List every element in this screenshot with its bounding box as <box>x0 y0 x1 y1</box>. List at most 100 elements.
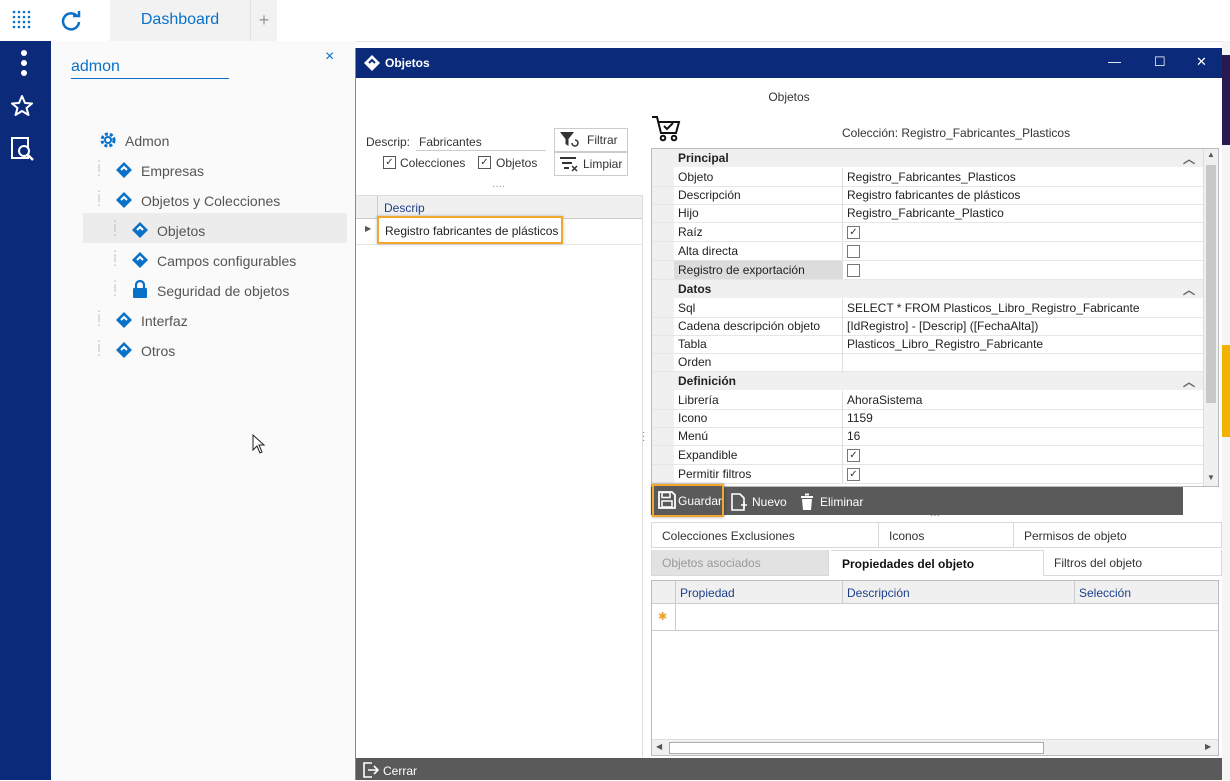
grid-scrollbar[interactable]: ▲ ▼ <box>1203 149 1218 486</box>
property-row-selected[interactable]: Registro de exportación <box>652 261 1203 280</box>
diamond-icon <box>131 251 149 272</box>
new-document-icon[interactable] <box>731 493 747 514</box>
property-value[interactable]: 1159 <box>847 411 873 425</box>
tab-propiedades-del-objeto[interactable]: Propiedades del objeto <box>831 550 1044 576</box>
tree-item-campos-configurables[interactable]: Campos configurables <box>157 253 296 269</box>
diamond-icon <box>115 311 133 332</box>
table-hscrollbar[interactable]: ◀ ▶ <box>652 739 1218 755</box>
scroll-right-icon[interactable]: ▶ <box>1205 742 1211 751</box>
hscroll-thumb[interactable] <box>669 742 1044 754</box>
apps-grid-icon[interactable] <box>12 10 32 33</box>
property-value[interactable]: Registro_Fabricantes_Plasticos <box>847 170 1016 184</box>
trash-icon[interactable] <box>800 493 814 514</box>
registro-exportacion-checkbox[interactable] <box>847 264 860 277</box>
tab-objetos-asociados[interactable]: Objetos asociados <box>651 550 829 576</box>
property-row[interactable]: Hijo Registro_Fabricante_Plastico <box>652 204 1203 223</box>
property-value[interactable]: Registro fabricantes de plásticos <box>847 188 1020 202</box>
category-label: Datos <box>678 282 712 296</box>
refresh-icon[interactable] <box>60 10 82 35</box>
property-row[interactable]: Cadena descripción objeto [IdRegistro] - … <box>652 317 1203 336</box>
eliminar-button[interactable]: Eliminar <box>820 495 863 509</box>
tree-item-interfaz[interactable]: Interfaz <box>141 313 188 329</box>
property-row[interactable]: Librería AhoraSistema <box>652 391 1203 410</box>
column-seleccion[interactable]: Selección <box>1079 586 1131 600</box>
expandible-checkbox[interactable]: ✓ <box>847 449 860 462</box>
tree-item-objetos-y-colecciones[interactable]: Objetos y Colecciones <box>141 193 280 209</box>
new-row[interactable]: ✱ <box>652 604 1218 631</box>
guardar-button[interactable]: Guardar <box>652 484 724 517</box>
collapse-icon[interactable]: ︿ <box>1183 281 1195 298</box>
category-principal[interactable]: Principal ︿ <box>652 149 1203 167</box>
property-key: Orden <box>678 355 712 369</box>
tree-item-objetos[interactable]: Objetos <box>157 223 205 239</box>
property-row[interactable]: Icono 1159 <box>652 409 1203 428</box>
scroll-left-icon[interactable]: ◀ <box>656 742 662 751</box>
scroll-thumb[interactable] <box>1206 165 1216 403</box>
descrip-filter-input[interactable]: Fabricantes <box>416 132 546 151</box>
permitir-filtros-checkbox[interactable]: ✓ <box>847 468 860 481</box>
exit-icon[interactable] <box>363 762 380 781</box>
tree-item-otros[interactable]: Otros <box>141 343 175 359</box>
search-input[interactable]: admon <box>71 54 229 79</box>
document-search-icon[interactable] <box>9 136 35 165</box>
vertical-splitter-grip[interactable]: · · · <box>642 428 645 446</box>
property-value[interactable]: SELECT * FROM Plasticos_Libro_Registro_F… <box>847 301 1140 315</box>
save-icon <box>658 491 676 512</box>
tree-item-seguridad-de-objetos[interactable]: Seguridad de objetos <box>157 283 289 299</box>
star-icon[interactable] <box>10 94 34 121</box>
category-datos[interactable]: Datos ︿ <box>652 280 1203 298</box>
property-key: Alta directa <box>678 244 739 258</box>
tree-item-objetos-selected[interactable] <box>83 213 347 243</box>
tree-item-admon[interactable]: Admon <box>125 133 169 149</box>
cerrar-button[interactable]: Cerrar <box>383 764 417 778</box>
property-value[interactable]: 16 <box>847 429 860 443</box>
property-row[interactable]: Alta directa <box>652 242 1203 261</box>
maximize-button[interactable]: ☐ <box>1154 54 1166 70</box>
property-row[interactable]: Objeto Registro_Fabricantes_Plasticos <box>652 168 1203 187</box>
property-row[interactable]: Descripción Registro fabricantes de plást… <box>652 186 1203 205</box>
property-value[interactable]: [IdRegistro] - [Descrip] ([FechaAlta]) <box>847 319 1038 333</box>
property-row[interactable]: Raíz ✓ <box>652 223 1203 242</box>
dialog-title-bar[interactable]: Objetos — ☐ ✕ <box>356 48 1222 78</box>
property-row[interactable]: Permitir filtros ✓ <box>652 465 1203 484</box>
category-definicion[interactable]: Definición ︿ <box>652 372 1203 390</box>
tab-permisos-de-objeto[interactable]: Permisos de objeto <box>1014 522 1222 548</box>
tab-iconos[interactable]: Iconos <box>879 522 1014 548</box>
tab-dashboard[interactable]: Dashboard <box>110 0 250 41</box>
list-item[interactable]: ▶ Registro fabricantes de plásticos <box>356 216 642 245</box>
property-row[interactable]: Tabla Plasticos_Libro_Registro_Fabricante <box>652 335 1203 354</box>
app-logo-icon <box>364 55 380 74</box>
collapse-icon[interactable]: ︿ <box>1183 150 1195 167</box>
objetos-checkbox[interactable]: ✓ <box>478 156 491 169</box>
raiz-checkbox[interactable]: ✓ <box>847 226 860 239</box>
horizontal-splitter-grip[interactable]: ··· <box>930 510 940 521</box>
property-value[interactable]: Plasticos_Libro_Registro_Fabricante <box>847 337 1043 351</box>
column-descripcion[interactable]: Descripción <box>847 586 910 600</box>
close-button[interactable]: ✕ <box>1196 54 1207 70</box>
alta-directa-checkbox[interactable] <box>847 245 860 258</box>
property-row[interactable]: Sql SELECT * FROM Plasticos_Libro_Registr… <box>652 299 1203 318</box>
colecciones-checkbox[interactable]: ✓ <box>383 156 396 169</box>
collapse-icon[interactable]: ︿ <box>1183 373 1195 390</box>
tree-item-empresas[interactable]: Empresas <box>141 163 204 179</box>
more-vertical-icon[interactable] <box>19 50 29 79</box>
property-value[interactable]: Registro_Fabricante_Plastico <box>847 206 1004 220</box>
property-row[interactable]: Expandible ✓ <box>652 446 1203 465</box>
filtrar-button[interactable]: Filtrar <box>554 128 628 152</box>
minimize-button[interactable]: — <box>1108 54 1121 69</box>
clear-search-icon[interactable]: × <box>325 48 334 66</box>
scroll-down-icon[interactable]: ▼ <box>1207 473 1215 482</box>
splitter-grip[interactable]: ···· <box>492 181 505 192</box>
scroll-up-icon[interactable]: ▲ <box>1207 150 1215 159</box>
property-row[interactable]: Menú 16 <box>652 427 1203 446</box>
limpiar-button[interactable]: Limpiar <box>554 152 628 176</box>
property-value[interactable]: AhoraSistema <box>847 393 922 407</box>
tab-colecciones-exclusiones[interactable]: Colecciones Exclusiones <box>651 522 879 548</box>
add-tab-button[interactable]: + <box>250 0 277 41</box>
property-row[interactable]: Orden <box>652 353 1203 372</box>
drag-handle-icon: ⋮ ⋮ <box>109 218 121 238</box>
nuevo-button[interactable]: Nuevo <box>752 495 787 509</box>
column-propiedad[interactable]: Propiedad <box>680 586 735 600</box>
tab-filtros-del-objeto[interactable]: Filtros del objeto <box>1044 550 1222 576</box>
list-header-descrip[interactable]: Descrip <box>384 201 425 215</box>
